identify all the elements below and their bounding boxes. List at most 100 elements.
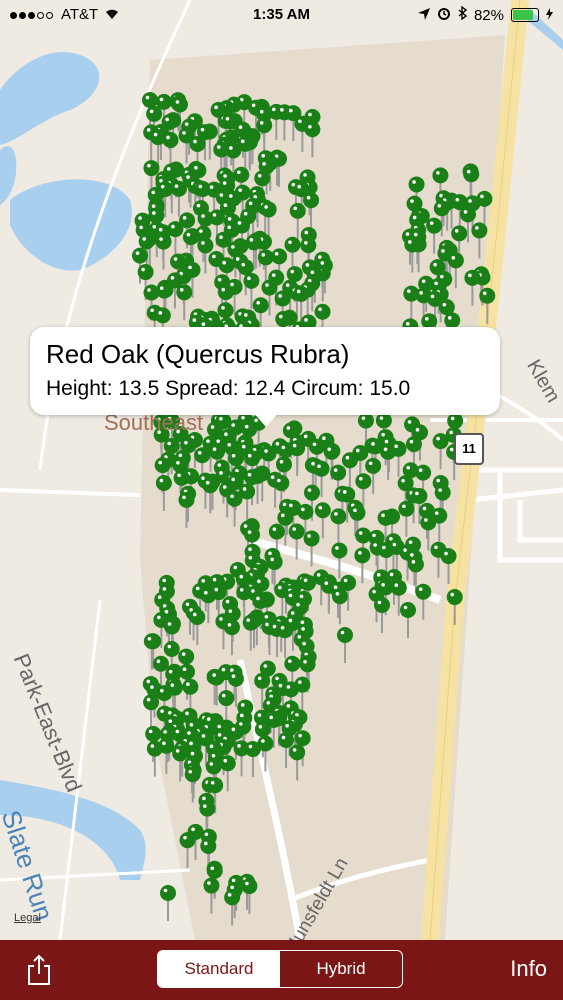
tree-pin-highlight <box>419 291 423 295</box>
tree-pin-highlight <box>221 305 225 310</box>
tree-pin-highlight <box>277 585 282 590</box>
tree-pin-highlight <box>241 415 245 420</box>
bluetooth-icon <box>458 5 468 24</box>
tree-pin-highlight <box>272 107 276 112</box>
tree-pin-highlight <box>219 471 223 475</box>
tree-pin-highlight <box>222 485 227 489</box>
tree-pin-highlight <box>381 582 385 587</box>
tree-pin-highlight <box>440 274 444 279</box>
tree-pin-highlight <box>165 117 169 122</box>
tree-pin-highlight <box>151 204 156 208</box>
tree-pin-head <box>152 655 169 672</box>
tree-pin-highlight <box>286 685 291 689</box>
tree-pin-highlight <box>480 194 484 199</box>
tree-pin-highlight <box>135 251 140 255</box>
tree-pin-highlight <box>188 769 193 774</box>
tree-pin-highlight <box>295 713 299 717</box>
tree-pin-highlight <box>306 195 311 200</box>
segment-hybrid[interactable]: Hybrid <box>280 951 402 987</box>
tree-pin-highlight <box>301 507 305 512</box>
tree-pin-head <box>300 574 317 591</box>
tree-pin-highlight <box>189 741 193 746</box>
tree-pin-highlight <box>167 644 172 649</box>
tree-pin-head <box>304 484 321 501</box>
tree-pin-highlight <box>389 572 394 577</box>
tree-pin-highlight <box>436 171 440 175</box>
tree-pin-head <box>314 303 331 320</box>
tree-pin-highlight <box>436 478 440 483</box>
tree-pin-head <box>289 202 306 219</box>
tree-pin-highlight <box>139 225 143 230</box>
tree-pin-head <box>405 436 422 453</box>
tree-pin-highlight <box>201 734 206 738</box>
tree-pin-head <box>254 721 271 738</box>
tree-pin-highlight <box>438 488 442 492</box>
callout-title: Red Oak (Quercus Rubra) <box>46 339 350 369</box>
tree-pin-head <box>289 744 306 761</box>
tree-pin-highlight <box>455 197 460 202</box>
tree-pin-highlight <box>450 592 455 597</box>
tree-pin-highlight <box>288 659 292 664</box>
tree-pin-head <box>254 672 271 689</box>
tree-pin-highlight <box>444 551 448 556</box>
tree-pin-highlight <box>240 703 245 707</box>
tree-pin-highlight <box>292 748 297 752</box>
tree-pin-head <box>282 681 299 698</box>
tree-pin-head <box>323 443 340 460</box>
tree-pin-highlight <box>163 730 167 734</box>
tree-pin-highlight <box>147 288 151 292</box>
legal-link[interactable]: Legal <box>14 912 41 924</box>
tree-pin-highlight <box>450 416 455 421</box>
tree-pin-highlight <box>264 449 268 453</box>
tree-pin-highlight <box>167 441 171 446</box>
tree-pin-highlight <box>418 587 423 592</box>
tree-pin-head <box>314 502 331 519</box>
tree-pin-highlight <box>219 193 224 197</box>
tree-pin-highlight <box>342 490 347 494</box>
tree-pin-highlight <box>171 224 175 229</box>
tree-pin-highlight <box>186 682 190 686</box>
tree-pin-highlight <box>198 184 203 189</box>
tree-pin-highlight <box>376 573 381 577</box>
tree-pin-highlight <box>454 229 459 233</box>
tree-pin-head <box>451 225 468 242</box>
tree-pin-highlight <box>463 210 468 214</box>
tree-pin-head <box>257 249 274 266</box>
tree-pin-highlight <box>247 453 252 458</box>
tree-pin-head <box>303 192 320 209</box>
tree-pin-highlight <box>219 235 223 239</box>
tree-pin-highlight <box>381 432 385 437</box>
tree-pin-highlight <box>233 565 238 570</box>
tree-pin-highlight <box>219 416 223 421</box>
tree-pin-highlight <box>221 667 226 672</box>
tree-pin-head <box>145 725 162 742</box>
tree-pin-head <box>464 269 481 286</box>
tree-pin-highlight <box>429 221 434 225</box>
info-button[interactable]: Info <box>510 956 547 982</box>
tree-pin-head <box>138 233 155 250</box>
share-icon[interactable] <box>26 954 52 986</box>
tree-pin-head <box>284 236 301 253</box>
tree-pin-highlight <box>278 683 283 688</box>
tree-pin-highlight <box>286 426 291 430</box>
tree-callout[interactable]: Red Oak (Quercus Rubra) Height: 13.5 Spr… <box>30 327 500 415</box>
tree-pin-head <box>244 741 261 758</box>
tree-pin-highlight <box>322 436 326 440</box>
tree-pin-head <box>299 656 316 673</box>
tree-pin-highlight <box>242 487 247 491</box>
tree-pin-highlight <box>270 475 275 480</box>
segment-standard[interactable]: Standard <box>158 951 280 987</box>
tree-pin-highlight <box>224 432 228 437</box>
tree-pin-highlight <box>141 267 145 272</box>
tree-pin-head <box>277 622 294 639</box>
tree-pin-highlight <box>241 262 246 267</box>
tree-pin-highlight <box>186 175 190 179</box>
tree-pin-highlight <box>424 316 429 321</box>
tree-pin-highlight <box>303 659 307 664</box>
tree-pin-head <box>194 447 211 464</box>
tree-pin-highlight <box>415 491 419 496</box>
map-view[interactable]: Park-East-Blvd Slate Run Hunsfeldt Ln Kl… <box>0 0 563 940</box>
tree-pin-highlight <box>301 627 305 631</box>
tree-pin-highlight <box>174 184 179 189</box>
tree-pin-highlight <box>147 636 152 641</box>
